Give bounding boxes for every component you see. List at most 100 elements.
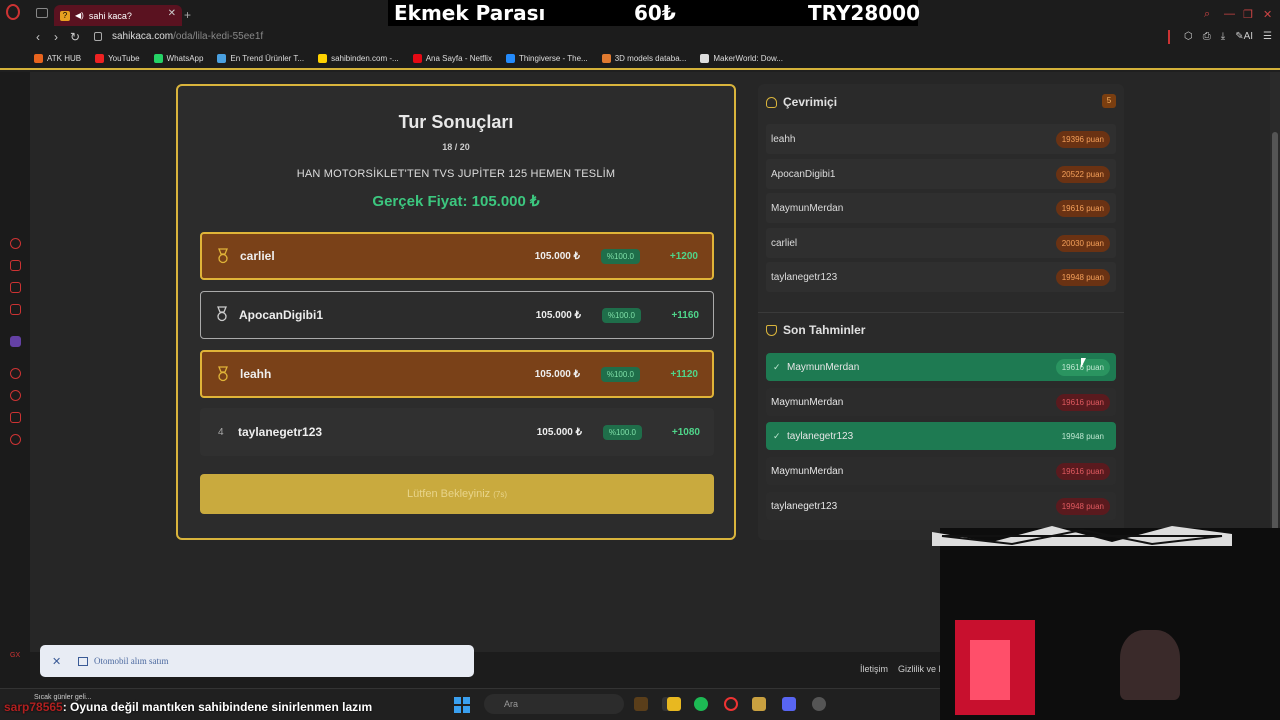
footer-link-privacy[interactable]: Gizlilik ve K	[898, 664, 945, 674]
history-icon[interactable]	[10, 390, 21, 401]
online-user-row[interactable]: ApocanDigibi1 20522 puan	[766, 159, 1116, 189]
lock-icon[interactable]	[94, 32, 102, 41]
product-name: HAN MOTORSİKLET'TEN TVS JUPİTER 125 HEME…	[296, 168, 616, 180]
tab-active[interactable]: ? ◀) sahi kaca? ✕	[54, 5, 182, 26]
result-name: ApocanDigibi1	[239, 308, 324, 322]
close-icon[interactable]: ✕	[52, 655, 61, 668]
close-window-icon[interactable]: ✕	[1263, 8, 1272, 21]
browser-titlebar: ? ◀) sahi kaca? ✕ + Ekmek Parası 60₺ TRY…	[0, 0, 1280, 28]
ai-icon[interactable]: ✎AI	[1235, 31, 1253, 42]
bookmark-item[interactable]: Thingiverse - The...	[505, 53, 588, 63]
accuracy-badge: %100.0	[601, 307, 641, 323]
instagram-icon[interactable]	[10, 282, 21, 293]
settings-icon[interactable]	[10, 434, 21, 445]
round-counter: 18 / 20	[442, 142, 470, 152]
online-user-row[interactable]: MaymunMerdan 19616 puan	[766, 193, 1116, 223]
result-guess: 105.000 ₺	[534, 250, 580, 262]
accuracy-badge: %100.0	[600, 366, 640, 382]
result-rank: 4	[218, 426, 224, 438]
download-icon[interactable]: ⤓	[1221, 31, 1225, 42]
taskbar-search[interactable]: Ara	[484, 694, 624, 714]
tab-islands-icon[interactable]	[36, 8, 48, 18]
windows-start-icon[interactable]	[454, 697, 470, 713]
bookmark-label: Ana Sayfa - Netflix	[425, 53, 492, 63]
online-user-row[interactable]: leahh 19396 puan	[766, 124, 1116, 154]
result-name: carliel	[240, 249, 275, 263]
forward-icon[interactable]: ›	[54, 30, 58, 44]
maximize-icon[interactable]: ❐	[1243, 8, 1253, 21]
bookmark-item[interactable]: En Trend Ürünler T...	[217, 53, 304, 63]
accuracy-badge: %100.0	[602, 424, 642, 440]
result-row: 4 taylanegetr123 105.000 ₺ %100.0 +1080	[200, 408, 714, 456]
aria-icon[interactable]	[10, 238, 21, 249]
league-icon[interactable]	[752, 697, 766, 711]
recent-title: Son Tahminler	[783, 323, 866, 337]
url-field[interactable]: sahikaca.com/oda/lila-kedi-55ee1f	[112, 31, 263, 42]
toolbar-separator	[1168, 30, 1170, 44]
bookmark-item[interactable]: Ana Sayfa - Netflix	[412, 53, 492, 63]
bookmark-item[interactable]: ATK HUB	[34, 53, 82, 63]
opera-gx-icon[interactable]	[724, 697, 738, 711]
bookmark-item[interactable]: WhatsApp	[153, 53, 203, 63]
reload-icon[interactable]: ↻	[70, 30, 80, 44]
messenger-icon[interactable]	[10, 304, 21, 315]
snapshot-icon[interactable]: ⎙	[1203, 31, 1211, 42]
recent-guess-row: taylanegetr123 19948 puan	[766, 492, 1116, 520]
back-icon[interactable]: ‹	[36, 30, 40, 44]
bookmark-label: ATK HUB	[47, 53, 82, 63]
recent-guess-name: taylanegetr123	[787, 430, 854, 442]
webcam-frame-decoration	[932, 526, 1232, 546]
online-user-name: ApocanDigibi1	[771, 168, 836, 180]
online-user-name: leahh	[771, 133, 796, 145]
new-tab-icon[interactable]: +	[184, 8, 191, 22]
bookmark-item[interactable]: 3D models databa...	[601, 53, 686, 63]
bookmark-label: MakerWorld: Dow...	[713, 53, 783, 63]
side-panel: Çevrimiçi 5 leahh 19396 puan ApocanDigibi…	[758, 84, 1124, 540]
points-earned: +1160	[671, 309, 699, 321]
twitch-icon[interactable]	[10, 336, 21, 347]
file-explorer-icon[interactable]	[667, 697, 681, 711]
recent-header: Son Tahminler	[766, 323, 865, 337]
bookmark-item[interactable]: MakerWorld: Dow...	[700, 53, 783, 63]
toast-text: Otomobil alım satım	[94, 656, 169, 666]
taskbar-app-icon[interactable]	[634, 697, 648, 711]
spotify-icon[interactable]	[694, 697, 708, 711]
bookmark-favicon-icon	[217, 53, 227, 63]
panel-divider	[758, 312, 1124, 313]
extensions-icon[interactable]: ⬡	[1184, 31, 1193, 42]
bookmark-item[interactable]: sahibinden.com -...	[318, 53, 399, 63]
opera-logo-icon[interactable]	[6, 4, 20, 20]
online-user-score: 19948 puan	[1055, 268, 1110, 286]
medal-icon	[218, 366, 228, 382]
round-results-card: Tur Sonuçları 18 / 20 HAN MOTORSİKLET'TE…	[176, 84, 736, 540]
gx-icon[interactable]: GX	[10, 652, 20, 659]
menu-icon[interactable]: ☰	[1263, 31, 1272, 42]
minimize-icon[interactable]: —	[1224, 8, 1235, 20]
notification-toast[interactable]: ✕ Otomobil alım satım	[40, 645, 474, 677]
online-user-row[interactable]: carliel 20030 puan	[766, 228, 1116, 258]
online-header: Çevrimiçi	[766, 95, 837, 109]
recent-guess-name: MaymunMerdan	[787, 361, 860, 373]
discord-icon[interactable]	[782, 697, 796, 711]
bookmark-item[interactable]: YouTube	[95, 53, 140, 63]
trophy-icon	[766, 324, 777, 336]
please-wait-button[interactable]: Lütfen Bekleyiniz (7s)	[200, 474, 714, 514]
result-guess: 105.000 ₺	[536, 426, 582, 438]
scrollbar-thumb[interactable]	[1272, 132, 1278, 532]
stream-chat-message: sarp78565: Oyuna değil mantıken sahibind…	[4, 700, 372, 714]
crypto-wallet-icon[interactable]	[10, 260, 21, 271]
pinboard-icon[interactable]	[10, 412, 21, 423]
url-path: /oda/lila-kedi-55ee1f	[173, 31, 264, 42]
recent-guess-name: MaymunMerdan	[771, 396, 844, 408]
overlay-price: 60₺	[634, 1, 676, 25]
tab-close-icon[interactable]: ✕	[168, 8, 176, 19]
player-icon[interactable]	[10, 368, 21, 379]
speaker-icon[interactable]: ◀)	[75, 11, 84, 20]
recent-guess-score: 19616 puan	[1055, 393, 1110, 411]
online-user-row[interactable]: taylanegetr123 19948 puan	[766, 262, 1116, 292]
footer-link-contact[interactable]: İletişim	[860, 664, 888, 674]
online-user-name: taylanegetr123	[771, 271, 838, 283]
taskbar-app-icon[interactable]	[812, 697, 826, 711]
search-tabs-icon[interactable]: ⌕	[1204, 8, 1210, 21]
recent-guess-score: 19616 puan	[1055, 462, 1110, 480]
